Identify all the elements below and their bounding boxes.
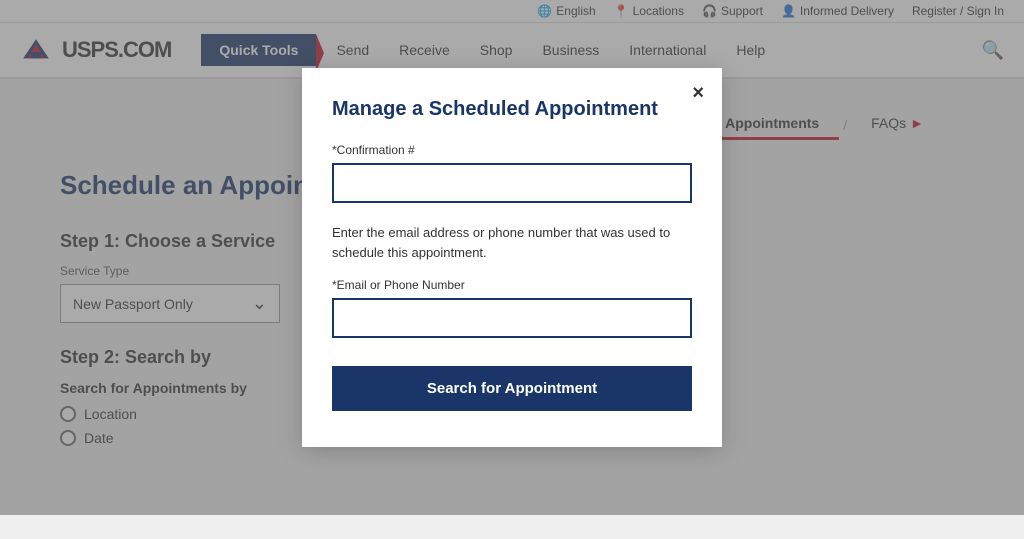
email-phone-field-label: *Email or Phone Number: [332, 278, 692, 292]
confirmation-field-label: *Confirmation #: [332, 143, 692, 157]
email-phone-required-star: *Email or Phone Number: [332, 278, 465, 292]
modal-overlay: × Manage a Scheduled Appointment *Confir…: [0, 0, 1024, 515]
modal-dialog: × Manage a Scheduled Appointment *Confir…: [302, 68, 722, 447]
modal-close-button[interactable]: ×: [692, 82, 704, 105]
modal-title: Manage a Scheduled Appointment: [332, 98, 692, 121]
modal-note-text: Enter the email address or phone number …: [332, 223, 692, 262]
confirmation-required-star: *Confirmation #: [332, 143, 415, 157]
email-phone-input[interactable]: [332, 298, 692, 338]
confirmation-input[interactable]: [332, 163, 692, 203]
search-appointment-button[interactable]: Search for Appointment: [332, 366, 692, 411]
